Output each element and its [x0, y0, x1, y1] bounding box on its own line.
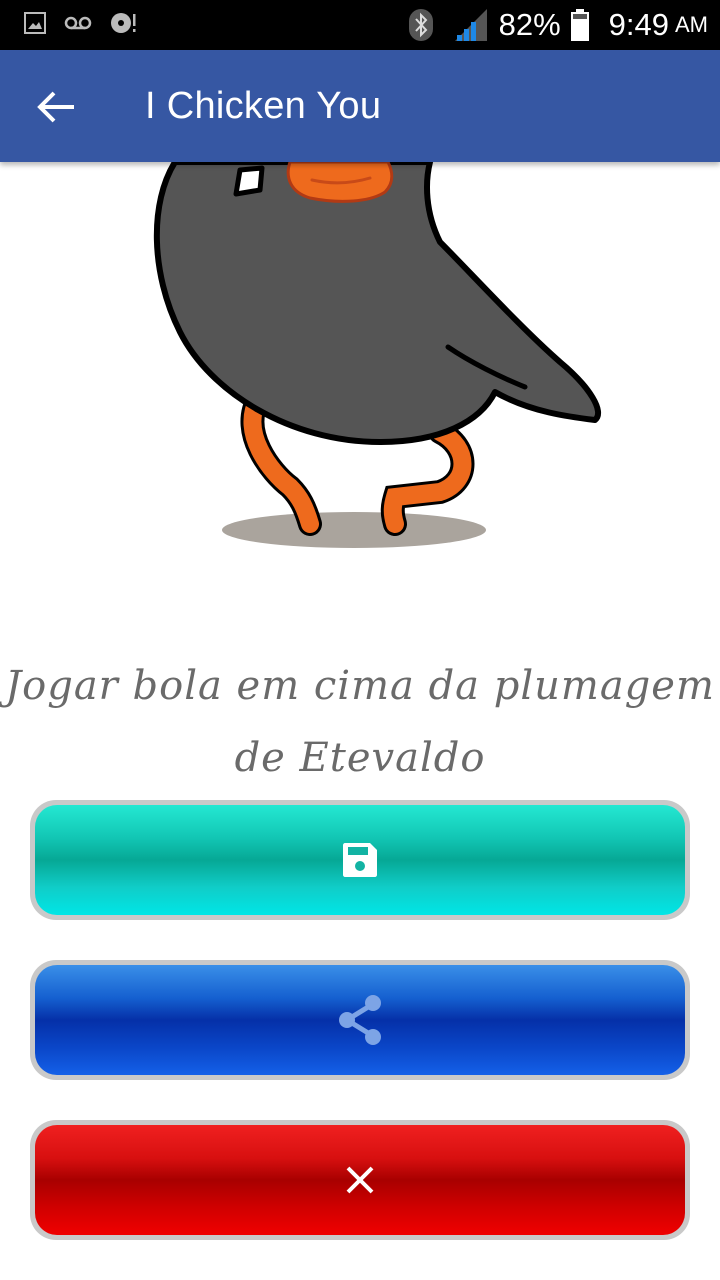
share-button[interactable]	[30, 960, 690, 1080]
status-left-icons	[24, 11, 138, 35]
signal-icon	[454, 9, 487, 41]
voicemail-icon	[64, 16, 92, 30]
battery-percent: 82%	[498, 7, 561, 42]
arrow-back-icon	[37, 91, 74, 123]
share-button-face[interactable]	[35, 965, 685, 1075]
close-button-face[interactable]	[35, 1125, 685, 1235]
back-button[interactable]	[30, 84, 82, 130]
share-icon	[339, 995, 381, 1045]
phrase-caption: Jogar bola em cima da plumagem de Eteval…	[0, 650, 720, 794]
save-button[interactable]	[30, 800, 690, 920]
bluetooth-icon	[408, 9, 433, 41]
save-button-face[interactable]	[35, 805, 685, 915]
status-right: 82% 9:49 AM	[408, 0, 708, 50]
image-icon	[24, 12, 46, 34]
chicken-image	[153, 162, 602, 548]
close-icon	[346, 1166, 374, 1194]
status-bar: 82% 9:49 AM	[0, 0, 720, 50]
caption-line-1: Jogar bola em cima da plumagem	[5, 663, 715, 709]
page-title: I Chicken You	[145, 85, 382, 127]
caption-line-2: de Etevaldo	[234, 735, 486, 781]
chicken-illustration	[0, 162, 720, 602]
save-icon	[343, 843, 377, 877]
close-button[interactable]	[30, 1120, 690, 1240]
clock-ampm: AM	[675, 12, 708, 37]
battery-icon	[570, 9, 589, 41]
clock-time: 9:49	[608, 7, 669, 42]
disc-alert-icon	[111, 13, 136, 33]
app-bar: I Chicken You	[0, 50, 720, 162]
